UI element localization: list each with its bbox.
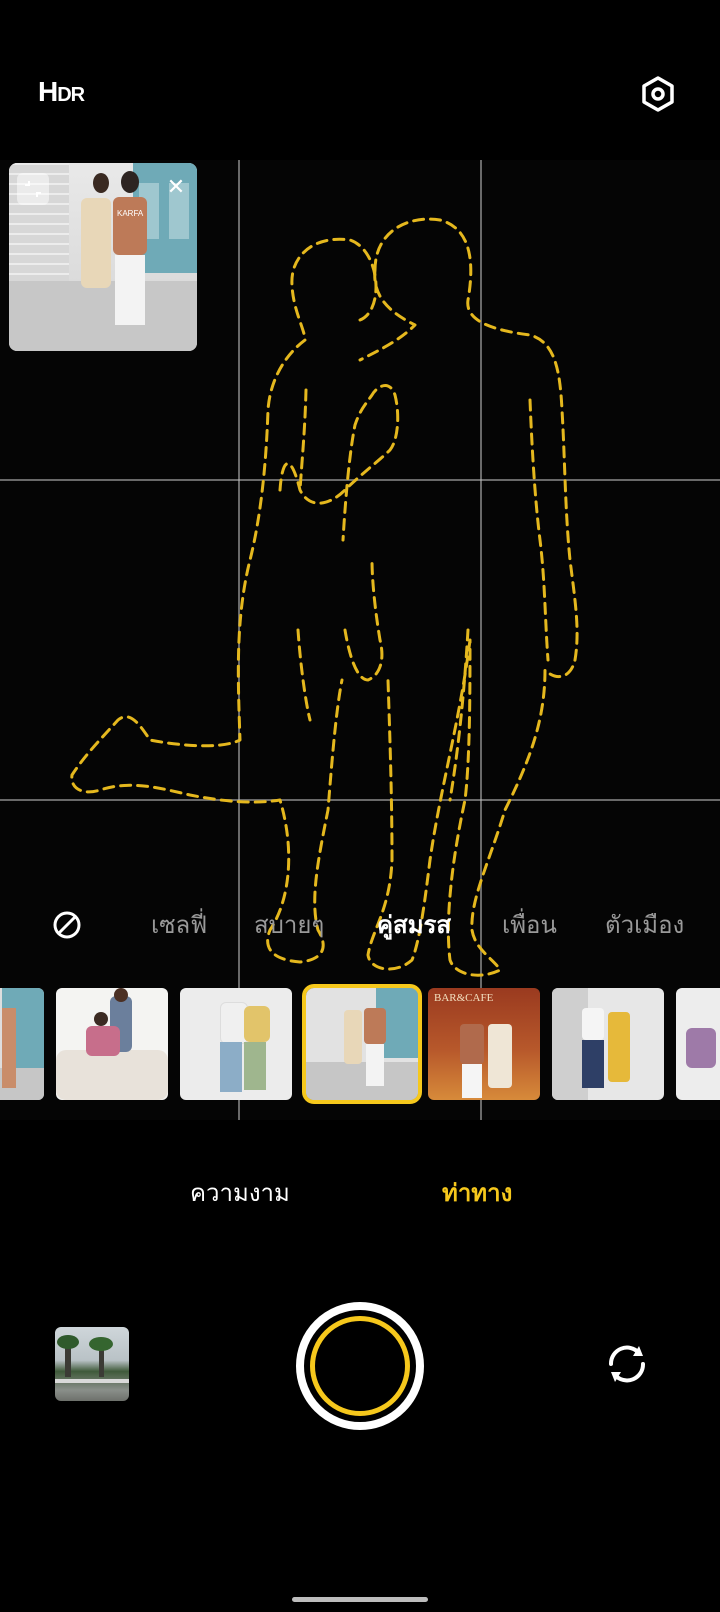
pose-thumb-5[interactable]: BAR&CAFE <box>428 988 540 1100</box>
pose-thumb-1[interactable] <box>0 988 44 1100</box>
home-indicator[interactable] <box>292 1597 428 1602</box>
category-couple[interactable]: คู่สมรส <box>377 905 451 944</box>
shutter-button[interactable] <box>296 1302 424 1430</box>
pose-thumb-4[interactable] <box>302 984 422 1104</box>
hdr-label-big: H <box>38 76 58 107</box>
shirt-text: KARFA <box>117 209 144 218</box>
cafe-sign-text: BAR&CAFE <box>434 992 494 1004</box>
mode-beauty[interactable]: ความงาม <box>190 1173 290 1212</box>
shutter-inner-ring <box>310 1316 410 1416</box>
pose-thumb-3[interactable] <box>180 988 292 1100</box>
pose-thumb-6[interactable] <box>552 988 664 1100</box>
reference-pose-preview[interactable]: KARFA ✕ <box>9 163 197 351</box>
pose-thumb-2[interactable] <box>56 988 168 1100</box>
settings-icon[interactable] <box>640 76 676 112</box>
flip-camera-icon[interactable] <box>603 1340 651 1388</box>
mode-pose[interactable]: ท่าทาง <box>442 1173 512 1212</box>
gallery-thumbnail[interactable] <box>55 1327 129 1401</box>
category-city[interactable]: ตัวเมือง <box>605 905 684 944</box>
category-casual[interactable]: สบายๆ <box>254 905 324 944</box>
hdr-label-small: DR <box>57 84 85 106</box>
hdr-toggle[interactable]: HDR <box>38 76 85 108</box>
pose-category-bar: เซลฟี่ สบายๆ คู่สมรส เพื่อน ตัวเมือง <box>0 905 720 945</box>
pose-thumb-7[interactable] <box>676 988 720 1100</box>
category-selfie[interactable]: เซลฟี่ <box>151 905 207 944</box>
close-icon[interactable]: ✕ <box>165 177 187 199</box>
shrink-icon[interactable] <box>17 173 49 205</box>
category-friends[interactable]: เพื่อน <box>502 905 557 944</box>
